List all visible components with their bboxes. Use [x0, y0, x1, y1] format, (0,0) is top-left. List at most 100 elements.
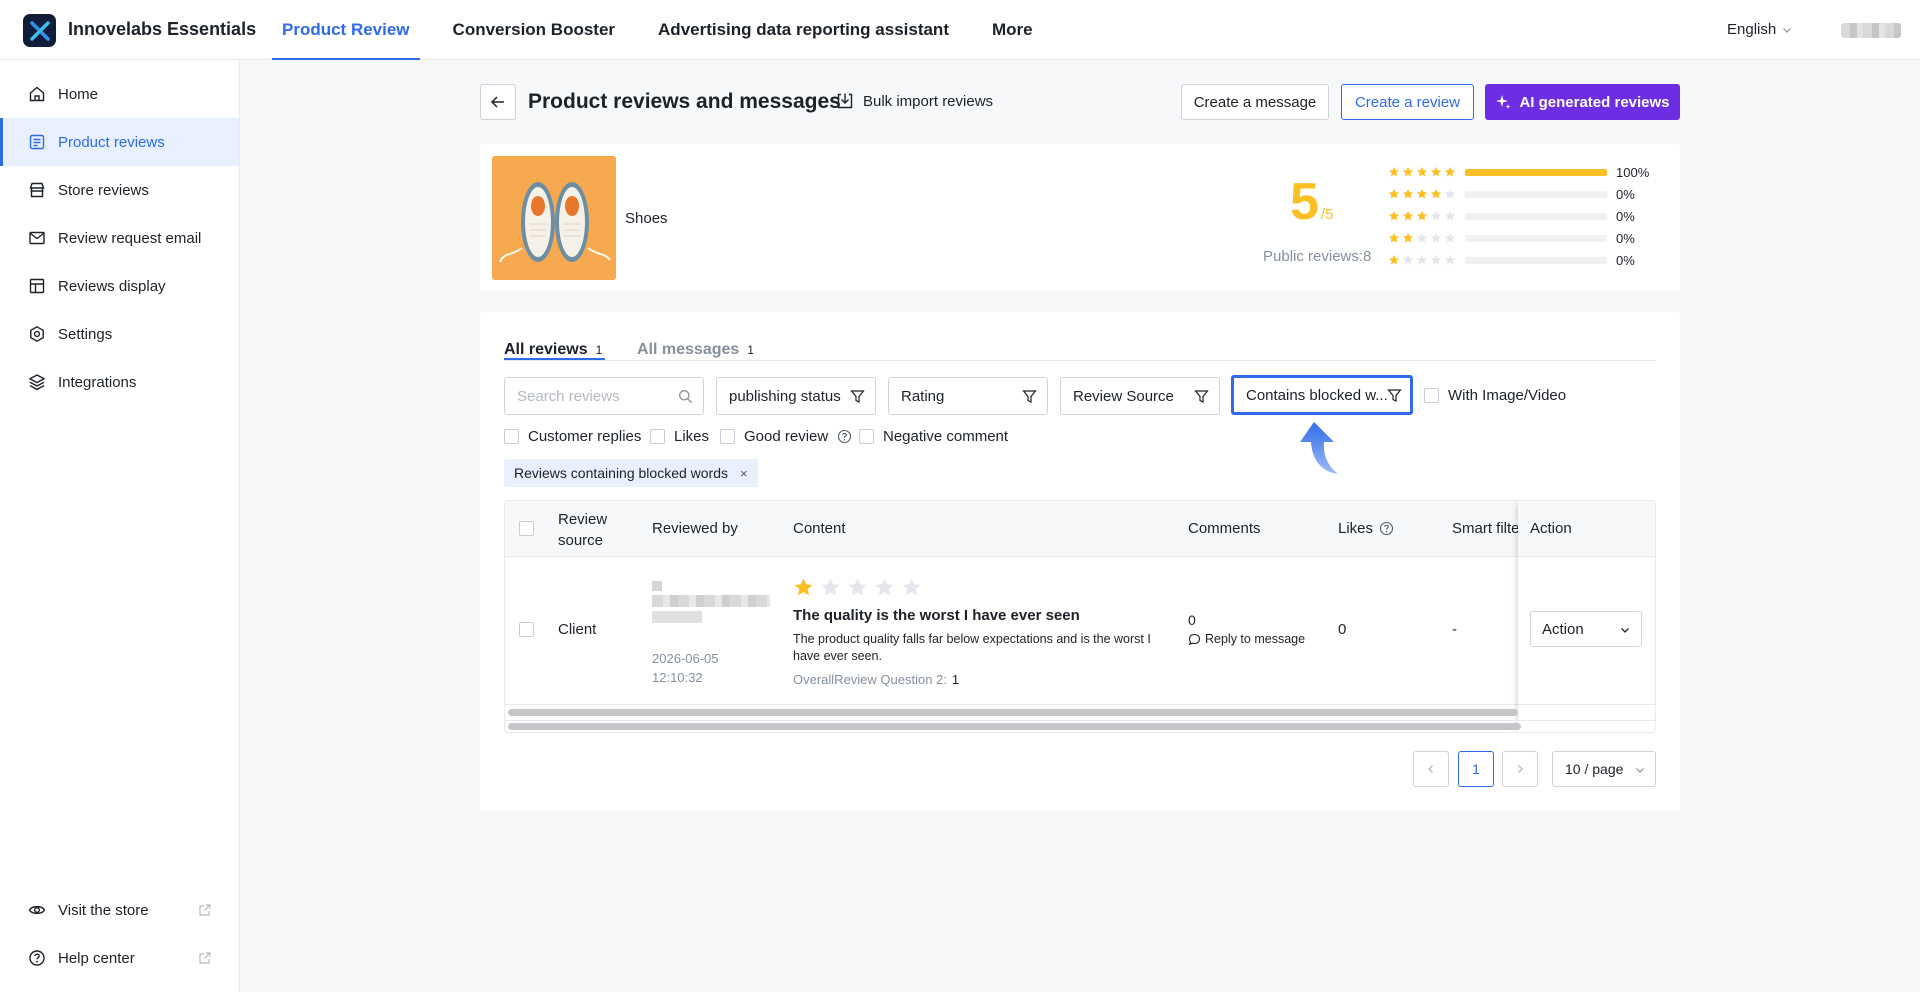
- review-body: The product quality falls far below expe…: [793, 632, 1151, 663]
- likes-checkbox[interactable]: Likes: [650, 428, 709, 445]
- search-reviews-input[interactable]: Search reviews: [504, 377, 704, 415]
- chevron-down-icon: [1621, 628, 1629, 633]
- help-circle-icon[interactable]: [1379, 521, 1394, 536]
- star-icon: [1402, 188, 1414, 199]
- nav-tab-more[interactable]: More: [982, 0, 1043, 60]
- distribution-bar-2: [1465, 235, 1607, 242]
- sidebar-item-store-reviews[interactable]: Store reviews: [0, 166, 239, 214]
- account-avatar[interactable]: [1841, 23, 1901, 38]
- row-action-dropdown[interactable]: Action: [1530, 611, 1642, 647]
- sparkle-icon: [1496, 95, 1511, 109]
- sidebar-item-visit-store[interactable]: Visit the store: [0, 886, 239, 934]
- star-icon: [1402, 166, 1414, 177]
- app-logo[interactable]: [23, 14, 56, 47]
- remove-tag-icon[interactable]: ×: [740, 466, 748, 481]
- create-review-button[interactable]: Create a review: [1341, 84, 1474, 120]
- search-placeholder: Search reviews: [517, 387, 620, 405]
- checkbox-box[interactable]: [650, 429, 665, 444]
- ai-generated-reviews-label: AI generated reviews: [1519, 93, 1670, 111]
- distribution-percent-5: 100%: [1616, 165, 1650, 180]
- horizontal-scrollbar-thumb[interactable]: [508, 709, 1518, 716]
- next-page-button[interactable]: [1502, 751, 1538, 787]
- select-all-checkbox[interactable]: [519, 521, 534, 536]
- star-icon: [1430, 210, 1442, 221]
- product-image[interactable]: [492, 156, 616, 280]
- rating-filter[interactable]: Rating: [888, 377, 1048, 415]
- good-review-checkbox[interactable]: Good review: [720, 428, 852, 445]
- row-divider: [505, 704, 1655, 705]
- arrow-left-icon: [490, 96, 504, 108]
- reply-to-message-link[interactable]: Reply to message: [1188, 632, 1305, 646]
- column-action: Action: [1530, 520, 1572, 537]
- sidebar-item-label: Visit the store: [58, 901, 149, 919]
- tab-count: 1: [595, 343, 603, 357]
- review-source-filter[interactable]: Review Source: [1060, 377, 1220, 415]
- sidebar-item-settings[interactable]: Settings: [0, 310, 239, 358]
- star-icon: [1388, 232, 1400, 243]
- nav-tab-product-review[interactable]: Product Review: [272, 0, 420, 60]
- star-icon: [1388, 188, 1400, 199]
- sidebar: Home Product reviews Store reviews Revie…: [0, 60, 240, 992]
- arrow-up-pointer-icon: [1300, 422, 1338, 474]
- star-icon: [1444, 166, 1456, 177]
- nav-tab-advertising-assistant[interactable]: Advertising data reporting assistant: [648, 0, 959, 60]
- star-icon: [1416, 166, 1428, 177]
- star-icon: [1444, 210, 1456, 221]
- filter-label: Review Source: [1073, 387, 1174, 405]
- smart-filter-value: -: [1452, 621, 1457, 638]
- reviews-table: Review source Reviewed by Content Commen…: [504, 500, 1656, 733]
- sidebar-item-help-center[interactable]: Help center: [0, 934, 239, 982]
- layout-icon: [29, 278, 45, 294]
- horizontal-scrollbar-thumb-secondary[interactable]: [508, 723, 1521, 730]
- publishing-status-filter[interactable]: publishing status: [716, 377, 876, 415]
- previous-page-button[interactable]: [1413, 751, 1449, 787]
- column-content: Content: [793, 520, 846, 537]
- negative-comment-checkbox[interactable]: Negative comment: [859, 428, 1008, 445]
- checkbox-box[interactable]: [1424, 388, 1439, 403]
- row-checkbox[interactable]: [519, 622, 534, 637]
- action-column: Action Action: [1518, 501, 1655, 732]
- bulk-import-button[interactable]: Bulk import reviews: [836, 92, 993, 110]
- star-icon: [1416, 232, 1428, 243]
- search-icon: [679, 390, 692, 403]
- blocked-words-filter[interactable]: Contains blocked w...: [1231, 375, 1413, 415]
- create-message-button[interactable]: Create a message: [1181, 84, 1329, 120]
- language-selector[interactable]: English: [1727, 21, 1792, 38]
- checkbox-label: Good review: [744, 428, 829, 445]
- ai-generated-reviews-button[interactable]: AI generated reviews: [1485, 84, 1680, 120]
- tab-label: All reviews: [504, 341, 588, 358]
- with-image-video-checkbox[interactable]: With Image/Video: [1424, 387, 1566, 404]
- star-icon: [848, 578, 867, 596]
- tab-all-reviews[interactable]: All reviews 1: [504, 326, 602, 374]
- distribution-bar-4: [1465, 191, 1607, 198]
- distribution-stars-5: [1388, 166, 1456, 178]
- sidebar-item-product-reviews[interactable]: Product reviews: [0, 118, 239, 166]
- nav-tab-conversion-booster[interactable]: Conversion Booster: [443, 0, 625, 60]
- customer-replies-checkbox[interactable]: Customer replies: [504, 428, 641, 445]
- question-value: 1: [951, 672, 960, 687]
- review-question: OverallReview Question 2: 1: [793, 672, 959, 687]
- sidebar-item-reviews-display[interactable]: Reviews display: [0, 262, 239, 310]
- star-icon: [1416, 188, 1428, 199]
- sidebar-item-integrations[interactable]: Integrations: [0, 358, 239, 406]
- back-button[interactable]: [480, 84, 516, 120]
- checkbox-label: Customer replies: [528, 428, 642, 445]
- checkbox-box[interactable]: [504, 429, 519, 444]
- import-icon: [837, 93, 853, 109]
- help-circle-icon[interactable]: [837, 429, 852, 444]
- average-score: 5 /5: [1290, 176, 1333, 228]
- sidebar-item-label: Reviews display: [58, 277, 166, 295]
- page-size-label: 10 / page: [1565, 761, 1624, 777]
- tab-all-messages[interactable]: All messages 1: [637, 326, 754, 374]
- settings-icon: [30, 325, 44, 343]
- tab-count: 1: [747, 343, 754, 357]
- page-size-select[interactable]: 10 / page: [1552, 751, 1656, 787]
- sidebar-item-review-request-email[interactable]: Review request email: [0, 214, 239, 262]
- star-icon: [1402, 232, 1414, 243]
- sidebar-item-home[interactable]: Home: [0, 70, 239, 118]
- review-time: 12:10:32: [652, 670, 703, 685]
- column-likes-label: Likes: [1338, 520, 1374, 537]
- page-button-1[interactable]: 1: [1458, 751, 1494, 787]
- checkbox-box[interactable]: [859, 429, 874, 444]
- checkbox-box[interactable]: [720, 429, 735, 444]
